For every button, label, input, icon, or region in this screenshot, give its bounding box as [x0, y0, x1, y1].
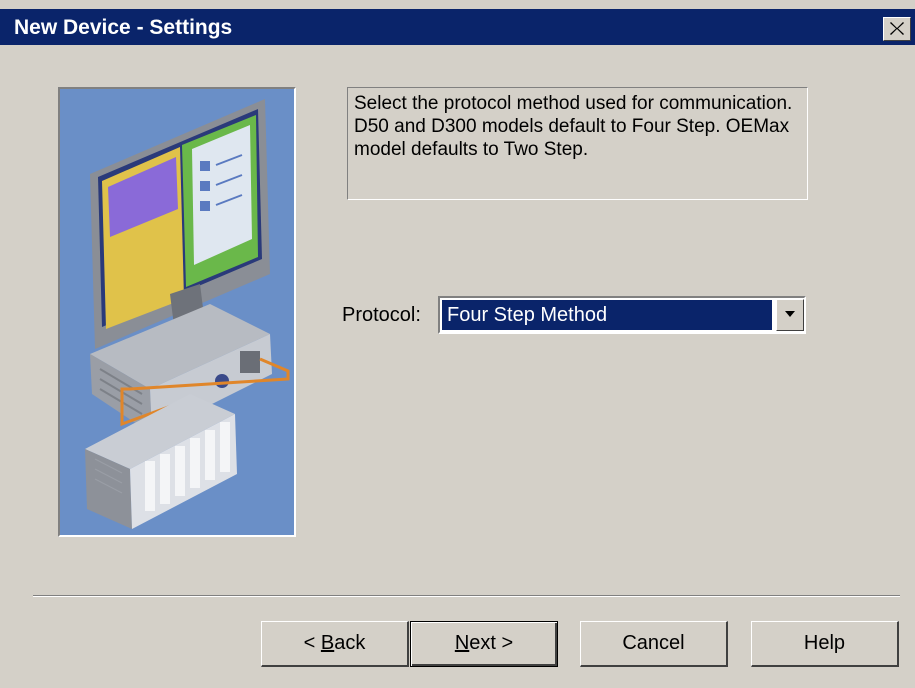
close-button[interactable] [883, 17, 911, 41]
next-label-rest: ext > [469, 632, 514, 654]
protocol-selected-value[interactable]: Four Step Method [442, 300, 772, 330]
close-icon [890, 22, 904, 35]
device-illustration [58, 87, 296, 537]
button-divider [33, 595, 900, 597]
back-button[interactable]: < Back [261, 621, 409, 667]
protocol-select[interactable]: Four Step Method [438, 296, 806, 334]
protocol-label: Protocol: [342, 304, 421, 326]
next-mnemonic: N [454, 632, 470, 654]
title-bar: New Device - Settings [0, 9, 915, 45]
window-title: New Device - Settings [14, 16, 233, 39]
chevron-down-icon [785, 311, 795, 317]
help-button[interactable]: Help [751, 621, 899, 667]
computer-and-plc-image [85, 99, 290, 529]
cancel-button[interactable]: Cancel [580, 621, 728, 667]
protocol-description: Select the protocol method used for comm… [347, 87, 808, 200]
back-prefix: < [303, 632, 321, 654]
back-label-rest: ack [334, 632, 366, 654]
next-button[interactable]: Next > [410, 621, 558, 667]
back-mnemonic: B [320, 632, 335, 654]
dropdown-button[interactable] [776, 299, 804, 331]
